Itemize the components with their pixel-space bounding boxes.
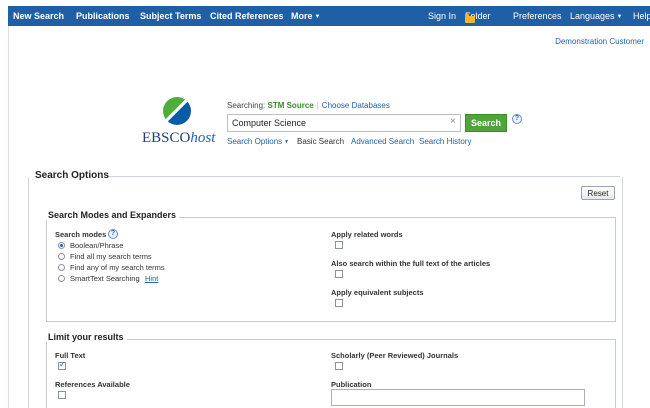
- mode-label: SmartText Searching: [70, 274, 140, 283]
- checkbox-references-available[interactable]: [58, 391, 66, 399]
- nav-help[interactable]: Help: [633, 11, 650, 21]
- searching-label: Searching:: [227, 101, 266, 110]
- peer-reviewed-label: Scholarly (Peer Reviewed) Journals: [331, 351, 459, 360]
- reset-button[interactable]: Reset: [581, 186, 615, 200]
- nav-folder[interactable]: Folder: [465, 11, 491, 23]
- checkbox-full-text[interactable]: [58, 360, 66, 370]
- hint-link[interactable]: Hint: [145, 274, 158, 283]
- checkbox-peer-reviewed[interactable]: [335, 362, 343, 370]
- database-name: STM Source: [267, 101, 314, 110]
- ebsco-logo-text: EBSCOhost: [142, 130, 215, 147]
- references-available-label: References Available: [55, 380, 130, 389]
- advanced-search-link[interactable]: Advanced Search: [351, 137, 414, 146]
- search-button[interactable]: Search: [465, 114, 507, 132]
- mode-label: Find all my search terms: [70, 252, 152, 261]
- page-left-border: [8, 26, 9, 408]
- folder-icon: [465, 14, 475, 23]
- nav-languages[interactable]: Languages ▼: [570, 11, 623, 21]
- nav-more-label: More: [291, 11, 313, 21]
- clear-icon[interactable]: ×: [450, 117, 456, 127]
- nav-cited-references[interactable]: Cited References: [210, 11, 284, 21]
- caret-down-icon: ▼: [284, 139, 290, 145]
- nav-sign-in[interactable]: Sign In: [428, 11, 456, 21]
- expander-label: Apply related words: [331, 230, 403, 239]
- search-options-label: Search Options: [227, 137, 283, 146]
- search-history-link[interactable]: Search History: [419, 137, 471, 146]
- search-options-title: Search Options: [35, 170, 109, 181]
- nav-more-menu[interactable]: More ▼: [291, 11, 320, 21]
- search-options-link[interactable]: Search Options ▼: [227, 137, 289, 146]
- nav-publications[interactable]: Publications: [76, 11, 130, 21]
- expander-label: Also search within the full text of the …: [331, 259, 491, 268]
- caret-down-icon: ▼: [314, 14, 321, 20]
- caret-down-icon: ▼: [616, 14, 623, 20]
- radio-smarttext[interactable]: [58, 275, 65, 282]
- help-icon[interactable]: ?: [108, 229, 118, 239]
- full-text-label: Full Text: [55, 351, 86, 360]
- logo-brand: EBSCO: [142, 130, 191, 146]
- nav-preferences[interactable]: Preferences: [513, 11, 562, 21]
- checkbox-equivalent-subjects[interactable]: [335, 299, 343, 307]
- radio-boolean-phrase[interactable]: [58, 242, 65, 249]
- search-input[interactable]: Computer Science: [227, 114, 461, 132]
- mode-label: Boolean/Phrase: [70, 241, 124, 250]
- nav-languages-label: Languages: [570, 11, 615, 21]
- mode-label: Find any of my search terms: [70, 263, 165, 272]
- nav-new-search[interactable]: New Search: [13, 11, 64, 21]
- limit-results-title: Limit your results: [45, 332, 127, 342]
- help-icon[interactable]: ?: [512, 114, 522, 124]
- checkbox-full-text-search[interactable]: [335, 270, 343, 278]
- separator: |: [316, 101, 319, 110]
- nav-subject-terms[interactable]: Subject Terms: [140, 11, 201, 21]
- choose-databases-link[interactable]: Choose Databases: [322, 101, 390, 110]
- radio-find-any[interactable]: [58, 264, 65, 271]
- radio-find-all[interactable]: [58, 253, 65, 260]
- customer-name: Demonstration Customer: [555, 37, 644, 46]
- publication-input[interactable]: [331, 389, 585, 406]
- search-modes-label: Search modes: [55, 230, 107, 239]
- basic-search-link[interactable]: Basic Search: [297, 137, 344, 146]
- logo-suffix: host: [190, 130, 216, 146]
- ebsco-logo-icon: [163, 97, 191, 125]
- search-modes-title: Search Modes and Expanders: [45, 210, 180, 220]
- publication-label: Publication: [331, 380, 372, 389]
- expander-label: Apply equivalent subjects: [331, 288, 424, 297]
- checkbox-related-words[interactable]: [335, 241, 343, 249]
- options-divider: [107, 176, 620, 177]
- searching-line: Searching: STM Source | Choose Databases: [227, 101, 390, 110]
- top-navigation-bar: New Search Publications Subject Terms Ci…: [8, 6, 650, 26]
